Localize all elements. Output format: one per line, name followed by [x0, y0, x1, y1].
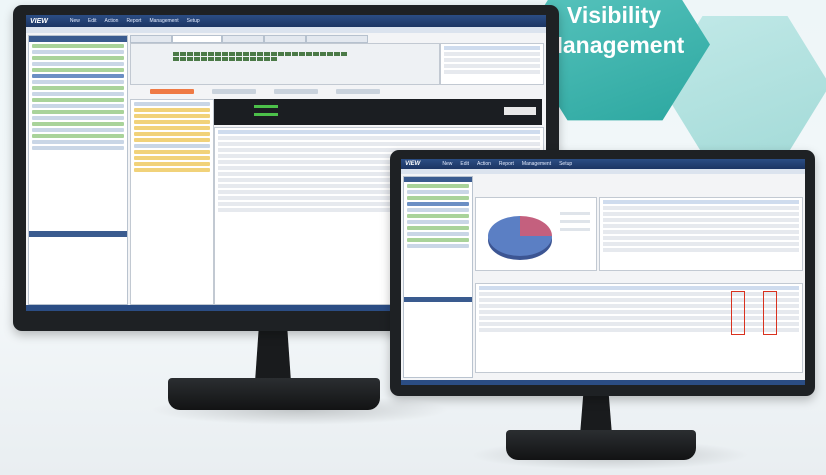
menu-item[interactable]: Setup — [187, 18, 200, 24]
app-logo: VIEW — [405, 161, 421, 167]
highlight-box — [763, 291, 777, 335]
highlight-box — [731, 291, 745, 335]
menu-item[interactable]: Setup — [559, 161, 572, 167]
app-logo: VIEW — [30, 17, 48, 25]
tab[interactable] — [264, 35, 306, 43]
switch-panel — [130, 43, 440, 85]
menu-item[interactable]: Report — [126, 18, 141, 24]
menu-item[interactable]: Management — [149, 18, 178, 24]
info-panel — [440, 43, 544, 85]
action-button[interactable] — [274, 89, 318, 94]
menu-item[interactable]: Management — [522, 161, 551, 167]
action-button[interactable] — [212, 89, 256, 94]
switch-ports — [171, 50, 355, 63]
address-bar — [401, 169, 805, 174]
monitor-neck — [580, 395, 612, 435]
status-strip — [214, 99, 542, 125]
pie-chart — [488, 212, 590, 260]
menu-item[interactable]: New — [442, 161, 452, 167]
address-bar — [26, 27, 546, 33]
device-tree — [28, 35, 128, 305]
menu-item[interactable]: Edit — [88, 18, 97, 24]
second-pane-header — [29, 231, 127, 237]
menu-item[interactable]: Action — [105, 18, 119, 24]
pie-chart-panel — [475, 197, 597, 271]
status-bar — [401, 380, 805, 385]
summary-table — [599, 197, 803, 271]
property-tree — [130, 99, 214, 305]
menu-item[interactable]: Edit — [460, 161, 469, 167]
tab-active[interactable] — [172, 35, 222, 43]
right-screen: VIEW New Edit Action Report Management S… — [401, 159, 805, 385]
right-menubar: VIEW New Edit Action Report Management S… — [401, 159, 805, 169]
refresh-button[interactable] — [504, 107, 536, 115]
menu-item[interactable]: New — [70, 18, 80, 24]
action-button[interactable] — [150, 89, 194, 94]
right-monitor: VIEW New Edit Action Report Management S… — [390, 150, 815, 396]
menu-item[interactable]: Report — [499, 161, 514, 167]
tree-header — [29, 36, 127, 42]
menu-item[interactable]: Action — [477, 161, 491, 167]
monitor-base — [168, 378, 380, 410]
second-pane-header — [404, 297, 472, 302]
traffic-table — [475, 283, 803, 373]
monitor-base — [506, 430, 696, 460]
device-tree — [403, 176, 473, 378]
tree-header — [404, 177, 472, 182]
tab[interactable] — [306, 35, 368, 43]
pie-slice-red — [520, 216, 552, 236]
left-menubar: VIEW New Edit Action Report Management S… — [26, 15, 546, 27]
monitor-neck — [255, 330, 291, 382]
tab[interactable] — [222, 35, 264, 43]
tab[interactable] — [130, 35, 172, 43]
action-button[interactable] — [336, 89, 380, 94]
